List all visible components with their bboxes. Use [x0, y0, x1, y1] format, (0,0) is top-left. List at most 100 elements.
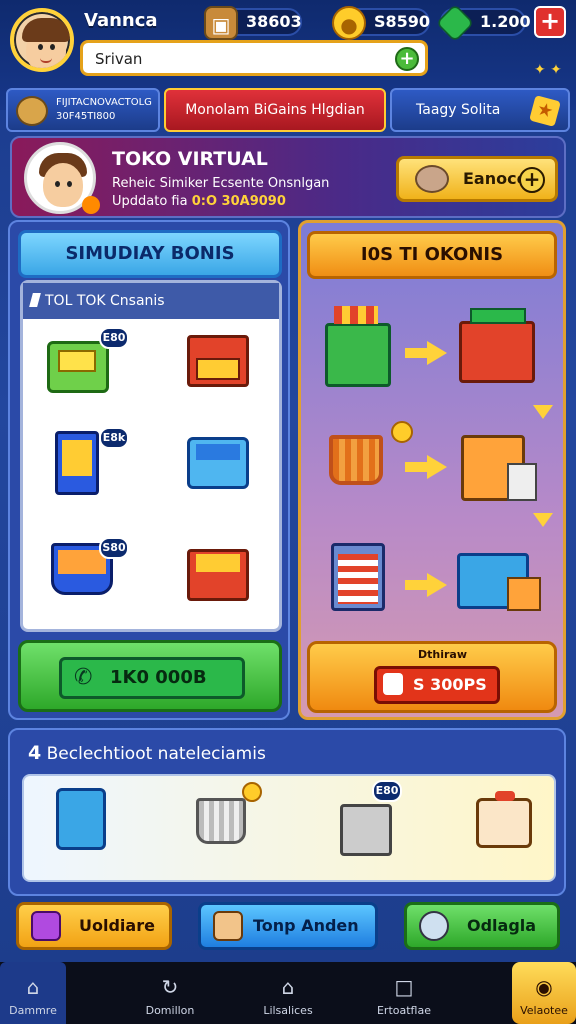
- store-title: TOKO VIRTUAL: [112, 148, 268, 170]
- tab-shop[interactable]: FIJITACNOVACTOLG 30F45TI800: [6, 88, 160, 132]
- upgrade-button[interactable]: Dthiraw S 300PS: [307, 641, 557, 713]
- add-icon[interactable]: +: [395, 47, 419, 71]
- crate-lid: [58, 350, 96, 372]
- buy-price: ✆ 1K0 000B: [59, 657, 245, 699]
- avatar-hair: [22, 18, 70, 42]
- player-avatar[interactable]: [10, 8, 74, 72]
- avatar-eye: [50, 44, 55, 50]
- button-label: Eanoco: [463, 169, 528, 188]
- action-button-green[interactable]: Odlagla: [404, 902, 560, 950]
- box-item[interactable]: [187, 437, 249, 489]
- cart-item[interactable]: [196, 798, 246, 844]
- crate-item[interactable]: [47, 341, 109, 393]
- nav-house[interactable]: ⌂ Lilsalices: [230, 962, 346, 1024]
- vending-item[interactable]: [55, 431, 99, 495]
- ticket-icon: [383, 673, 403, 695]
- tab-bar: FIJITACNOVACTOLG 30F45TI800 Monolam BiGa…: [0, 88, 576, 132]
- search-input[interactable]: Srivan +: [80, 40, 428, 76]
- awning: [334, 306, 378, 324]
- suitcase-item[interactable]: [56, 788, 106, 850]
- home-icon: ⌂: [26, 975, 40, 999]
- arrow-down-icon: [533, 405, 553, 419]
- arrow-right-icon: [405, 573, 447, 597]
- box-icon: [213, 911, 243, 941]
- panel-title: SIMUDIAY BONIS: [18, 230, 282, 278]
- upgrade-panel: I0S TI OKONIS Dthiraw S 300PS: [298, 220, 566, 720]
- shelf-icon: [331, 543, 385, 611]
- tab-active[interactable]: Monolam BiGains Hlgdian: [164, 88, 386, 132]
- toy-shop-item[interactable]: [187, 549, 249, 601]
- gift-button: [495, 791, 515, 801]
- resource-coin: ● S8590: [332, 6, 431, 40]
- action-label: Tonp Anden: [253, 916, 359, 935]
- action-label: Odlagla: [467, 916, 537, 935]
- tab-settings[interactable]: Taagy Solita ★: [390, 88, 570, 132]
- refresh-icon: ↻: [161, 975, 179, 999]
- resource-value: 1.200: [480, 12, 531, 31]
- avatar-eye: [55, 181, 60, 187]
- plus-icon: +: [519, 167, 545, 193]
- nav-home[interactable]: ⌂ Dammre: [0, 962, 66, 1024]
- store-action-button[interactable]: Eanoco +: [396, 156, 558, 202]
- shop-item[interactable]: [187, 335, 249, 387]
- cart-goods: [58, 550, 106, 574]
- price-tag: E80: [372, 780, 402, 802]
- badge-icon: ◉: [535, 975, 553, 999]
- update-value: 0:O 30A9090: [191, 194, 286, 209]
- sparkle-icon: ✦ ✦: [534, 62, 562, 78]
- box-lid: [196, 444, 240, 460]
- star-icon: ★: [529, 95, 561, 127]
- buy-button[interactable]: ✆ 1K0 000B: [18, 640, 282, 712]
- chest-icon: ▣: [204, 6, 238, 40]
- resource-value: 38603: [246, 12, 302, 31]
- market-stall-icon: [325, 306, 391, 387]
- store-roof: [470, 308, 526, 324]
- coin-icon: [242, 782, 262, 802]
- nav-label: Domillon: [145, 1004, 195, 1017]
- hand-truck-item[interactable]: [340, 804, 392, 856]
- add-currency-button[interactable]: +: [534, 6, 566, 38]
- buy-label: 1K0 000B: [110, 667, 207, 688]
- vending-shelf: [62, 440, 92, 476]
- price-tag: S80: [99, 537, 129, 559]
- toy-shelf: [196, 554, 240, 572]
- player-name: Vannca: [84, 10, 158, 31]
- nav-label: Dammre: [9, 1004, 57, 1017]
- upgrade-label: S 300PS: [413, 675, 487, 694]
- upgrade-top-label: Dthiraw: [418, 648, 468, 661]
- nav-square[interactable]: □ Ertoatflae: [346, 962, 462, 1024]
- collection-panel: 4 Beclechtioot nateleciamis E80: [8, 728, 566, 896]
- nav-label: Lilsalices: [263, 1004, 313, 1017]
- avatar-eye: [67, 181, 72, 187]
- cart-icon: [329, 435, 383, 485]
- nav-refresh[interactable]: ↻ Domillon: [112, 962, 228, 1024]
- square-icon: □: [394, 975, 414, 999]
- box-icon: [507, 577, 541, 611]
- phone-icon: ✆: [74, 665, 93, 690]
- nav-label: Ertoatflae: [376, 1004, 431, 1017]
- avatar-face: [43, 163, 83, 207]
- fridge-icon: [507, 463, 537, 501]
- coin-bag-icon: [16, 96, 48, 126]
- grid-title: TOL TOK Cnsanis: [45, 293, 165, 309]
- action-label: Uoldiare: [79, 916, 155, 935]
- avatar-eye: [38, 44, 43, 50]
- coin-icon: ●: [332, 6, 366, 40]
- flag-icon: [29, 293, 41, 307]
- potato-icon: [415, 165, 449, 193]
- shop-window: [196, 358, 240, 380]
- grid-icon: [31, 911, 61, 941]
- collection-title: 4 Beclechtioot nateleciamis: [28, 742, 266, 764]
- resource-value: S8590: [374, 12, 431, 31]
- nav-badge[interactable]: ◉ Velaotee: [512, 962, 576, 1024]
- action-button-blue[interactable]: Tonp Anden: [198, 902, 378, 950]
- action-button-yellow[interactable]: Uoldiare: [16, 902, 172, 950]
- resource-chest: ▣ 38603: [204, 6, 302, 40]
- store-profile-banner: TOKO VIRTUAL Reheic Simiker Ecsente Onsn…: [10, 136, 566, 218]
- house-icon: ⌂: [281, 975, 295, 999]
- store-icon: [459, 308, 535, 383]
- gift-box-item[interactable]: [476, 791, 532, 848]
- store-subtitle: Reheic Simiker Ecsente Onsnlgan: [112, 176, 330, 191]
- upgrade-price: S 300PS: [374, 666, 500, 704]
- tab-label: Taagy Solita: [416, 102, 501, 118]
